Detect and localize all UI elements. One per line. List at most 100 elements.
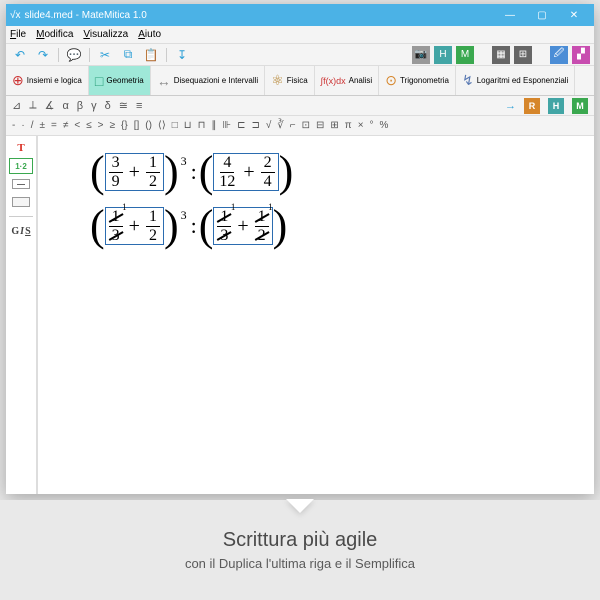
op-sqrt[interactable]: √ [266,120,272,131]
lparen: ( [90,150,105,194]
box-icon [12,197,30,207]
op-braces[interactable]: {} [121,120,128,131]
cat-trigonometria[interactable]: ⊙ Trigonometria [379,66,456,95]
op-neq[interactable]: ≠ [63,120,69,131]
grid-icon[interactable]: ▦ [492,46,510,64]
menu-aiuto[interactable]: Aiuto [138,29,161,40]
fraction-group[interactable]: 3 9 + 1 2 [105,153,164,191]
geometria-icon: □ [95,73,103,89]
undo-button[interactable]: ↶ [10,46,30,64]
badge-H[interactable]: H [548,98,564,114]
op-pm[interactable]: ± [39,120,45,131]
fisica-icon: ⚛ [271,72,284,89]
op-not[interactable]: ⌐ [290,120,296,131]
badge-M[interactable]: M [572,98,588,114]
op-par2[interactable]: ⊪ [222,120,231,131]
apps-icon[interactable]: ⊞ [514,46,532,64]
equation-row-2: ( 11 3 + 1 2 ) 3 : [90,204,584,248]
sym-arrow[interactable]: → [505,100,516,112]
tool-text[interactable]: T [9,140,33,156]
canvas[interactable]: ( 3 9 + 1 2 ) 3 : [38,136,594,494]
sym-perp[interactable]: ⟂ [29,99,36,112]
pen-icon[interactable]: 🖉 [550,46,568,64]
sym-gamma[interactable]: γ [91,100,97,112]
op-box3[interactable]: ⊞ [330,120,338,131]
op-box1[interactable]: ⊡ [302,120,310,131]
op-parens[interactable]: () [145,120,152,131]
sym-equiv[interactable]: ≡ [136,100,142,112]
exponent: 3 [181,154,187,169]
trigonometria-icon: ⊙ [385,72,397,89]
op-box2[interactable]: ⊟ [316,120,324,131]
op-le[interactable]: ≤ [86,120,92,131]
extra-button[interactable]: ↧ [172,46,192,64]
op-sq3[interactable]: ⊓ [198,120,206,131]
op-eq[interactable]: = [51,120,57,131]
camera-icon[interactable]: 📷 [412,46,430,64]
cat-analisi[interactable]: ∫f(x)dx Analisi [315,66,380,95]
menu-file[interactable]: File [10,29,26,40]
op-cbrt[interactable]: ∛ [277,120,283,131]
cat-disequazioni[interactable]: ↔ Disequazioni e Intervalli [151,66,266,95]
op-ge[interactable]: ≥ [110,120,116,131]
fraction-group[interactable]: 4 12 + 2 4 [213,153,278,191]
sym-beta[interactable]: β [77,100,83,112]
rparen: ) [164,204,179,248]
tool-box[interactable] [9,194,33,210]
paste-button[interactable]: 📋 [141,46,161,64]
cat-logaritmi[interactable]: ↯ Logaritmi ed Esponenziali [456,66,575,95]
op-pi[interactable]: π [345,120,352,131]
fraction: 2 4 [261,154,275,190]
op-times[interactable]: × [358,120,364,131]
sym-delta[interactable]: δ [105,100,111,112]
close-button[interactable]: ✕ [558,10,590,21]
plus: + [243,161,254,184]
op-sq1[interactable]: □ [172,120,178,131]
symbol-row-2: - · / ± = ≠ < ≤ > ≥ {} [] () ⟨⟩ □ ⊔ ⊓ ∥ … [6,116,594,136]
cut-button[interactable]: ✂ [95,46,115,64]
op-sq5[interactable]: ⊐ [252,120,260,131]
menu-modifica[interactable]: Modifica [36,29,73,40]
op-pct[interactable]: % [380,120,389,131]
pointer-triangle [286,499,314,513]
fraction-group[interactable]: 11 3 + 11 2 [213,207,272,245]
cat-fisica[interactable]: ⚛ Fisica [265,66,314,95]
sym-triangle[interactable]: ⊿ [12,99,21,112]
copy-button[interactable]: ⧉ [118,46,138,64]
fraction-group[interactable]: 11 3 + 1 2 [105,207,164,245]
menu-visualizza[interactable]: Visualizza [83,29,128,40]
op-deg[interactable]: ° [370,120,374,131]
tool-format[interactable]: G I S [9,223,33,239]
rparen: ) [164,150,179,194]
op-div[interactable]: / [31,120,34,131]
fraction: 3 9 [109,154,123,190]
main-toolbar: ↶ ↷ 💬 ✂ ⧉ 📋 ↧ 📷 H M ▦ ⊞ 🖉 ▞ [6,44,594,66]
maximize-button[interactable]: ▢ [526,10,558,21]
H-tile[interactable]: H [434,46,452,64]
sep [89,48,90,62]
plus: + [129,215,140,238]
op-sq4[interactable]: ⊏ [237,120,245,131]
cat-insiemi[interactable]: ⊕ Insiemi e logica [6,66,89,95]
M-tile[interactable]: M [456,46,474,64]
op-gt[interactable]: > [98,120,104,131]
caption-sub: con il Duplica l'ultima riga e il Sempli… [185,556,415,571]
op-lt[interactable]: < [74,120,80,131]
sym-angle[interactable]: ∡ [45,99,55,112]
cat-geometria[interactable]: □ Geometria [89,66,151,95]
tool-number[interactable]: 1·2 [9,158,33,174]
redo-button[interactable]: ↷ [33,46,53,64]
sym-cong[interactable]: ≅ [119,99,128,112]
minimize-button[interactable]: — [494,10,526,21]
op-sq2[interactable]: ⊔ [184,120,192,131]
op-brackets[interactable]: [] [134,120,140,131]
op-dot[interactable]: · [21,120,24,131]
tool-line[interactable] [9,176,33,192]
badge-R[interactable]: R [524,98,540,114]
slash-icon[interactable]: ▞ [572,46,590,64]
op-par1[interactable]: ∥ [211,120,216,131]
speak-button[interactable]: 💬 [64,46,84,64]
sym-alpha[interactable]: α [62,100,68,112]
op-minus[interactable]: - [12,120,15,131]
op-angle[interactable]: ⟨⟩ [158,120,166,131]
